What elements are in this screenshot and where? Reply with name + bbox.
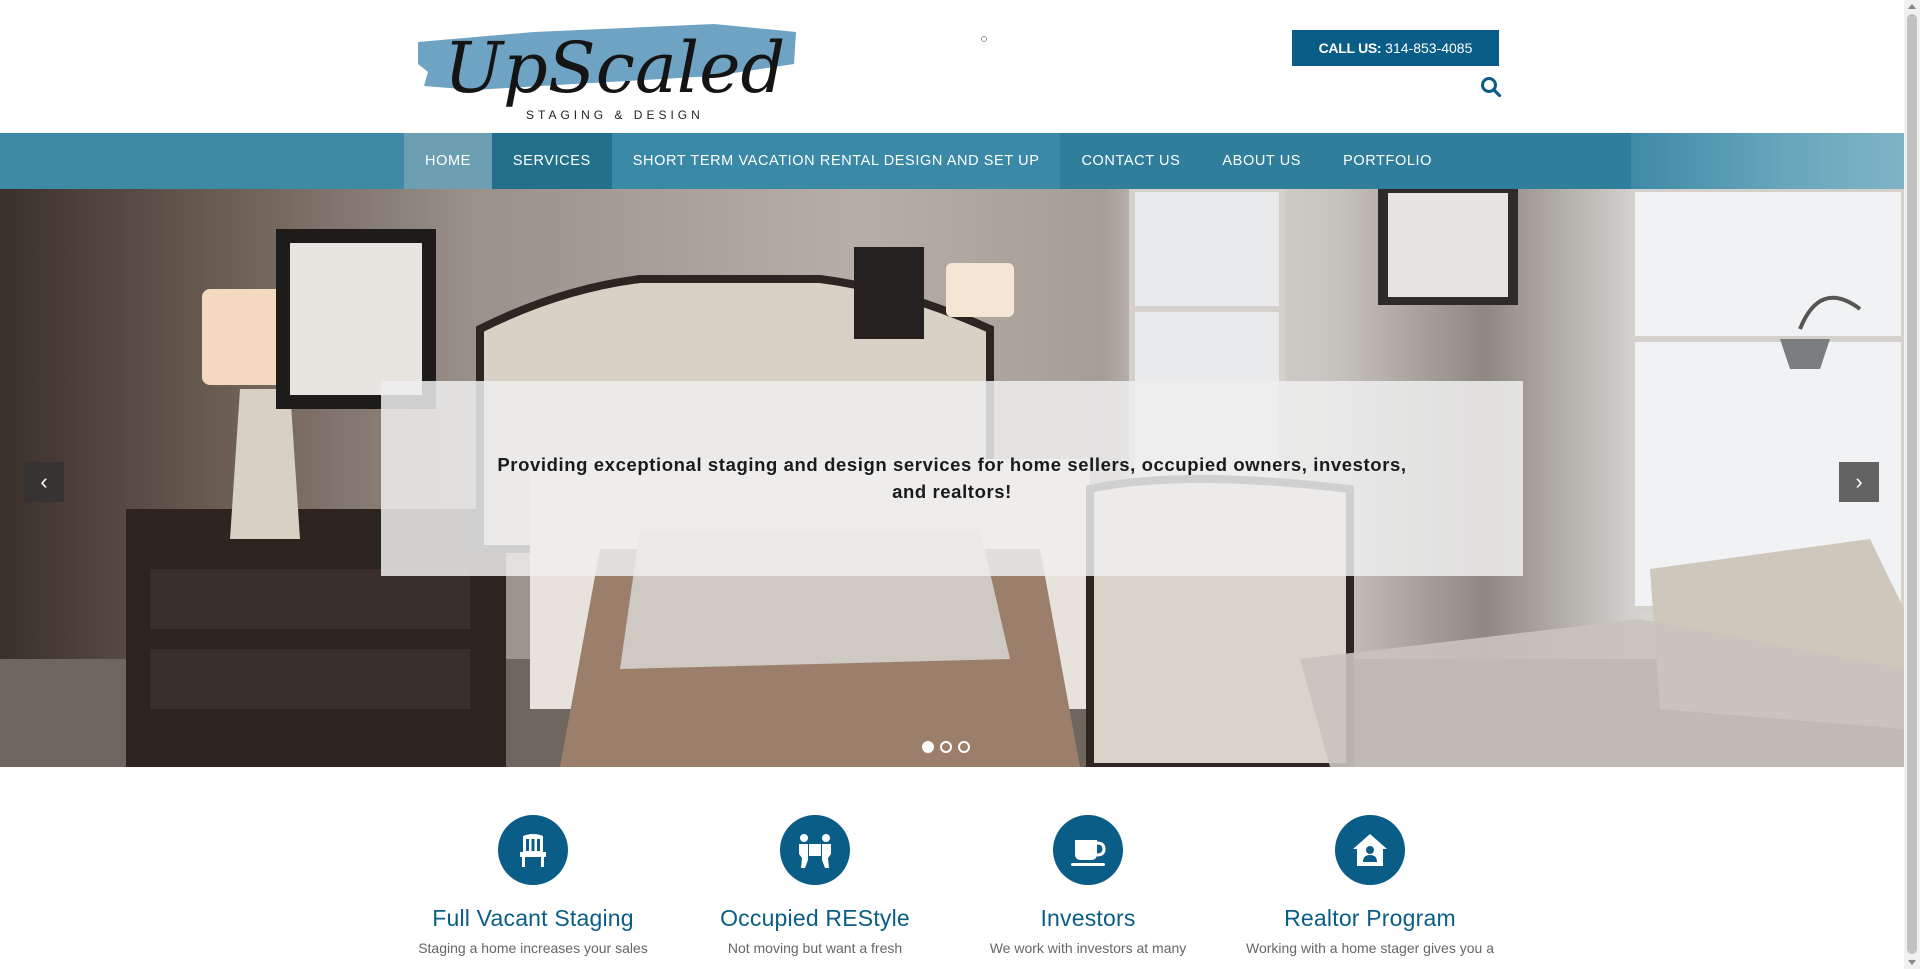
service-text: Not moving but want a fresh xyxy=(727,940,903,956)
hero-caption-text: Providing exceptional staging and design… xyxy=(497,454,1407,502)
service-card-full-vacant-staging[interactable]: Full Vacant Staging Staging a home incre… xyxy=(403,815,663,956)
hero-caption-box: Providing exceptional staging and design… xyxy=(381,381,1523,576)
chair-icon xyxy=(520,834,546,867)
nav-item-about-us[interactable]: ABOUT US xyxy=(1201,133,1322,189)
slider-dot-1[interactable] xyxy=(922,741,934,753)
logo-wordmark: UpScaled xyxy=(444,27,785,109)
nav-item-portfolio[interactable]: PORTFOLIO xyxy=(1322,133,1453,189)
logo-tagline: STAGING & DESIGN xyxy=(526,108,704,122)
service-card-investors[interactable]: Investors We work with investors at many xyxy=(958,815,1218,956)
service-icon-circle xyxy=(1053,815,1123,885)
service-title: Realtor Program xyxy=(1284,905,1456,931)
nav-menu: HOME SERVICES SHORT TERM VACATION RENTAL… xyxy=(404,133,1631,189)
service-text: Working with a home stager gives you a xyxy=(1246,940,1494,956)
service-icon-circle xyxy=(1335,815,1405,885)
scroll-up-arrow[interactable] xyxy=(1908,4,1916,9)
service-title: Investors xyxy=(1040,905,1136,931)
nav-item-services[interactable]: SERVICES xyxy=(491,133,612,189)
house-icon xyxy=(1353,834,1387,866)
call-us-number: 314-853-4085 xyxy=(1381,40,1473,56)
nav-item-home[interactable]: HOME xyxy=(404,133,492,189)
scrollbar-thumb[interactable] xyxy=(1907,14,1917,954)
service-card-realtor-program[interactable]: Realtor Program Working with a home stag… xyxy=(1240,815,1500,956)
nav-item-short-term-rental[interactable]: SHORT TERM VACATION RENTAL DESIGN AND SE… xyxy=(611,133,1061,189)
page-scrollbar[interactable] xyxy=(1904,0,1920,969)
movers-icon xyxy=(799,834,831,868)
slider-dots xyxy=(922,741,970,753)
coffee-cup-icon xyxy=(1071,840,1106,866)
call-us-button[interactable]: CALL US: 314-853-4085 xyxy=(1292,30,1499,66)
nav-backdrop xyxy=(1630,133,1904,189)
scroll-down-arrow[interactable] xyxy=(1908,960,1916,965)
decorative-dot xyxy=(981,36,987,42)
chevron-right-icon: › xyxy=(1855,469,1863,494)
service-text: We work with investors at many xyxy=(989,940,1187,956)
nav-item-contact-us[interactable]: CONTACT US xyxy=(1060,133,1201,189)
main-navigation: HOME SERVICES SHORT TERM VACATION RENTAL… xyxy=(0,133,1904,189)
call-us-label: CALL US xyxy=(1318,40,1378,56)
slider-prev-button[interactable]: ‹ xyxy=(24,462,64,502)
chevron-left-icon: ‹ xyxy=(40,469,48,494)
site-header: UpScaled STAGING & DESIGN CALL US: 314-8… xyxy=(0,0,1904,133)
slider-dot-2[interactable] xyxy=(940,741,952,753)
slider-dot-3[interactable] xyxy=(958,741,970,753)
service-title: Occupied REStyle xyxy=(720,905,910,931)
slider-next-button[interactable]: › xyxy=(1839,462,1879,502)
service-card-occupied-restyle[interactable]: Occupied REStyle Not moving but want a f… xyxy=(685,815,945,956)
service-title: Full Vacant Staging xyxy=(432,905,634,931)
hero-slider: Providing exceptional staging and design… xyxy=(0,189,1904,767)
site-logo[interactable]: UpScaled STAGING & DESIGN xyxy=(414,14,800,126)
service-icon-circle xyxy=(780,815,850,885)
service-icon-circle xyxy=(498,815,568,885)
service-text: Staging a home increases your sales xyxy=(418,940,648,956)
search-icon[interactable] xyxy=(1480,76,1502,98)
